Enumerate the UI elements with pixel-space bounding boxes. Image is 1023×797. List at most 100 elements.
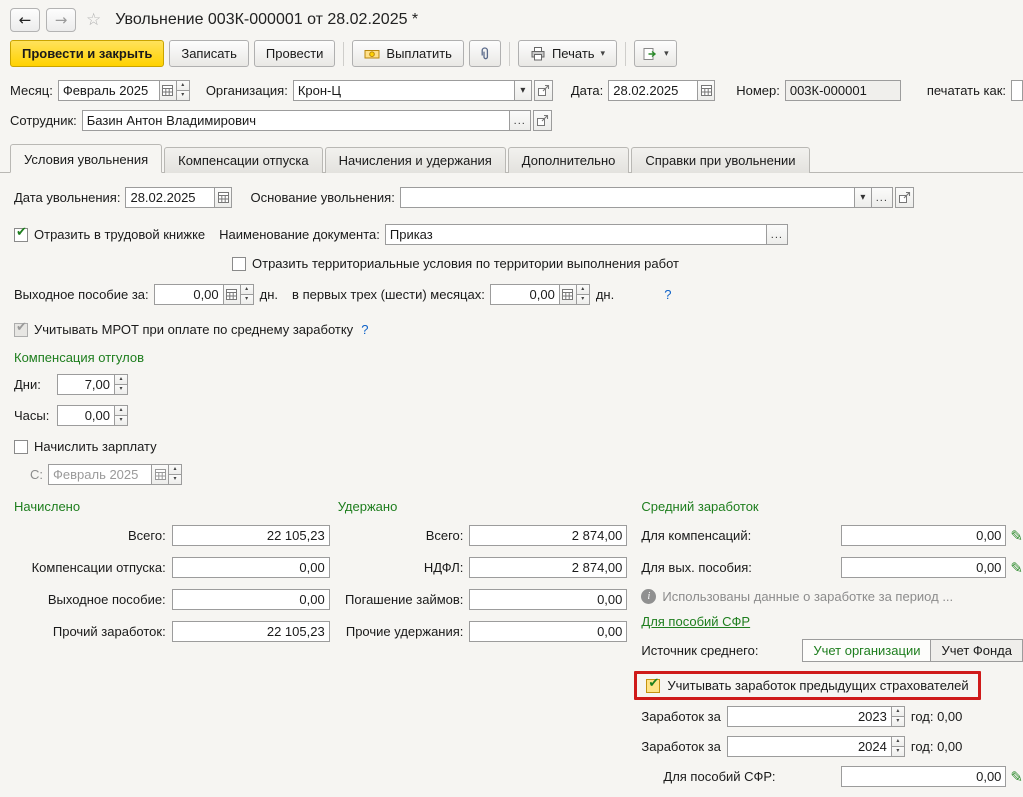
territorial-conditions-checkbox[interactable] [232,257,246,271]
severance-stepper[interactable]: ▴▾ [240,284,254,305]
dropdown-icon[interactable]: ▾ [514,80,532,101]
spin-down-icon[interactable]: ▾ [114,384,128,395]
attachments-button[interactable] [469,40,501,67]
calculator-icon[interactable] [223,284,241,305]
first-months-stepper[interactable]: ▴▾ [576,284,590,305]
withheld-other-field[interactable]: 0,00 [469,621,627,642]
back-button[interactable]: ← [10,8,40,32]
days-field[interactable]: 7,00 [57,374,115,395]
from-label: С: [30,467,43,482]
earnings-2024-label: Заработок за [641,739,720,754]
help-link[interactable]: ? [664,287,671,302]
write-button[interactable]: Записать [169,40,249,67]
employee-field[interactable]: Базин Антон Владимирович [82,110,510,131]
print-as-field[interactable] [1011,80,1023,101]
severance-days-field[interactable]: 0,00 [154,284,224,305]
earnings-2024-year-field[interactable]: 2024 [727,736,892,757]
organization-field[interactable]: Крон-Ц [293,80,515,101]
choose-icon[interactable]: ... [766,224,788,245]
post-button[interactable]: Провести [254,40,336,67]
tab-additional[interactable]: Дополнительно [508,147,630,173]
pencil-icon[interactable]: ✎ [1010,559,1023,577]
dismissal-reason-field[interactable] [400,187,855,208]
first-months-label: в первых трех (шести) месяцах: [292,287,485,302]
open-icon[interactable] [533,110,552,131]
window-title: Увольнение 003К-000001 от 28.02.2025 * [115,11,418,29]
accrued-other-field[interactable]: 22 105,23 [172,621,330,642]
labor-book-checkbox[interactable] [14,228,28,242]
tab-vacation-compensation[interactable]: Компенсации отпуска [164,147,323,173]
average-source-row: Источник среднего: Учет организации Учет… [641,639,1023,662]
accrued-severance-field[interactable]: 0,00 [172,589,330,610]
toolbar-separator [625,42,626,66]
organization-label: Организация: [206,83,288,98]
accrued-title: Начислено [14,499,330,514]
withheld-ndfl-field[interactable]: 2 874,00 [469,557,627,578]
from-month-stepper: ▴▾ [168,464,182,485]
sfr-benefits-row: Для пособий СФР: 0,00 ✎ [641,766,1023,787]
days-stepper[interactable]: ▴▾ [114,374,128,395]
avg-severance-field[interactable]: 0,00 [841,557,1006,578]
month-field[interactable]: Февраль 2025 [58,80,160,101]
sfr-benefits-link[interactable]: Для пособий СФР [641,614,750,629]
spin-down-icon[interactable]: ▾ [891,716,905,727]
spin-down-icon[interactable]: ▾ [891,746,905,757]
post-and-close-button[interactable]: Провести и закрыть [10,40,164,67]
first-months-unit-label: дн. [596,287,614,302]
help-link[interactable]: ? [361,322,368,337]
earnings-2023-stepper[interactable]: ▴▾ [891,706,905,727]
choose-icon[interactable]: ... [871,187,893,208]
source-org-accounting-option[interactable]: Учет организации [803,640,931,661]
tab-dismissal-certificates[interactable]: Справки при увольнении [631,147,809,173]
earnings-2024-stepper[interactable]: ▴▾ [891,736,905,757]
avg-severance-label: Для вых. пособия: [641,560,752,575]
severance-unit-label: дн. [260,287,278,302]
pencil-icon[interactable]: ✎ [1010,527,1023,545]
spin-down-icon[interactable]: ▾ [576,294,590,305]
accrued-total-field[interactable]: 22 105,23 [172,525,330,546]
print-button[interactable]: Печать ▾ [518,40,617,67]
pencil-icon[interactable]: ✎ [1010,768,1023,786]
open-icon[interactable] [895,187,914,208]
spin-down-icon[interactable]: ▾ [240,294,254,305]
month-stepper[interactable]: ▴▾ [176,80,190,101]
source-fund-accounting-option[interactable]: Учет Фонда [931,640,1022,661]
withheld-total-field[interactable]: 2 874,00 [469,525,627,546]
calendar-icon[interactable] [697,80,715,101]
choose-icon[interactable]: ... [509,110,531,131]
prev-employers-earnings-label: Учитывать заработок предыдущих страховат… [667,678,968,693]
spin-down-icon[interactable]: ▾ [114,415,128,426]
pay-button[interactable]: Выплатить [352,40,464,67]
accrued-row: Прочий заработок: 22 105,23 [14,621,330,642]
sfr-benefits-field[interactable]: 0,00 [841,766,1006,787]
prev-employers-earnings-checkbox[interactable] [646,679,660,693]
tab-dismissal-conditions[interactable]: Условия увольнения [10,144,162,173]
withheld-ndfl-label: НДФЛ: [338,560,470,575]
send-button[interactable]: ▾ [634,40,677,67]
dropdown-icon[interactable]: ▾ [854,187,872,208]
favorite-star-icon[interactable]: ☆ [86,10,101,30]
accrued-vacation-field[interactable]: 0,00 [172,557,330,578]
hours-field[interactable]: 0,00 [57,405,115,426]
accrue-salary-checkbox[interactable] [14,440,28,454]
avg-compensation-field[interactable]: 0,00 [841,525,1006,546]
earnings-year-row: Заработок за 2023 ▴▾ год: 0,00 [641,706,1023,727]
accrued-other-label: Прочий заработок: [14,624,172,639]
forward-button[interactable]: → [46,8,76,32]
calculator-icon[interactable] [559,284,577,305]
calendar-icon[interactable] [214,187,232,208]
tab-accruals-deductions[interactable]: Начисления и удержания [325,147,506,173]
calendar-icon[interactable] [159,80,177,101]
withheld-loans-field[interactable]: 0,00 [469,589,627,610]
spin-down-icon[interactable]: ▾ [176,90,190,101]
document-name-field[interactable]: Приказ [385,224,767,245]
first-months-field[interactable]: 0,00 [490,284,560,305]
earnings-year-row: Заработок за 2024 ▴▾ год: 0,00 [641,736,1023,757]
earnings-2023-year-field[interactable]: 2023 [727,706,892,727]
open-icon[interactable] [534,80,553,101]
hours-stepper[interactable]: ▴▾ [114,405,128,426]
print-label: Печать [552,46,595,61]
dismissal-date-field[interactable]: 28.02.2025 [125,187,215,208]
date-field[interactable]: 28.02.2025 [608,80,698,101]
withheld-total-label: Всего: [338,528,470,543]
